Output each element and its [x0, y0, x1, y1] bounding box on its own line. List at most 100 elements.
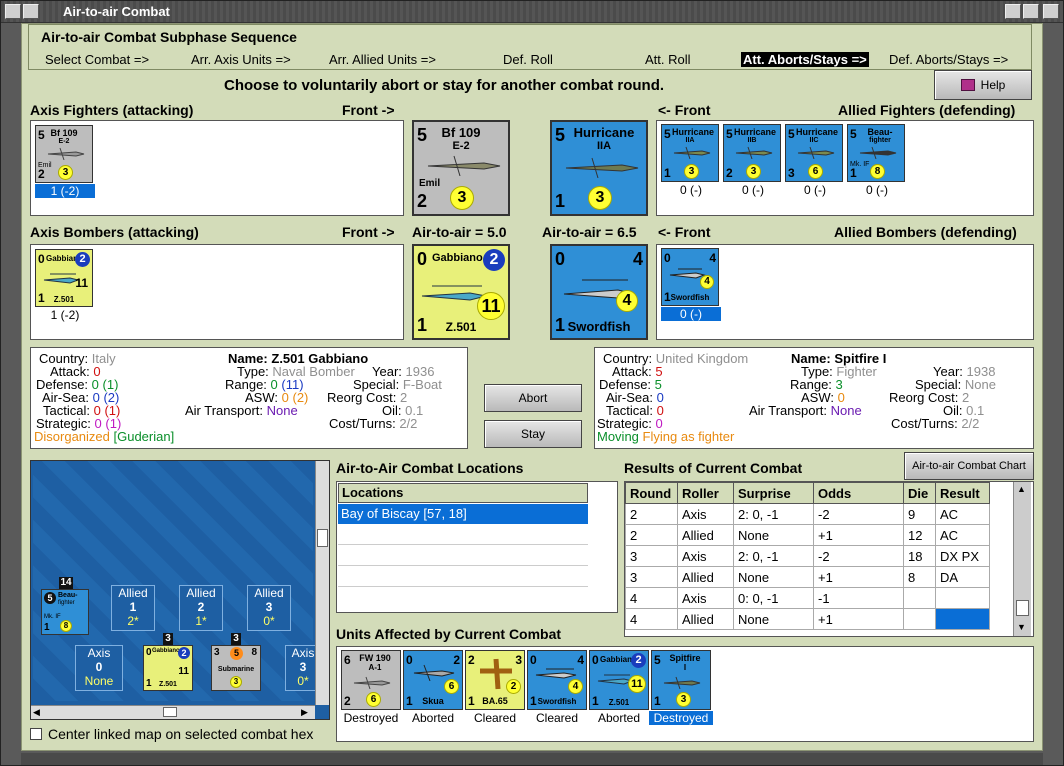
allied-box-1[interactable]: Allied 1 2*	[111, 585, 155, 631]
unit-counter[interactable]: 0 Gabbiano 2 11 1 Z.501	[589, 650, 649, 710]
stack-count: 14	[59, 577, 73, 589]
counter-bottom-left: 1	[850, 166, 857, 180]
maximize-icon[interactable]	[1023, 4, 1039, 19]
unit-counter[interactable]: 0 Gabbiano 2 11 1 Z.501	[35, 249, 93, 307]
scroll-down-icon[interactable]: ▼	[1017, 622, 1026, 632]
window: Air-to-air Combat Air-to-air Combat Subp…	[0, 0, 1064, 766]
unit-counter[interactable]: 5 Hurricane IIA 1 3	[661, 124, 719, 182]
help-label: Help	[980, 78, 1006, 92]
unit-counter[interactable]: 5 Beau- fighter Mk. IF 1 8	[847, 124, 905, 182]
map-hscroll-thumb[interactable]	[163, 707, 177, 717]
unit-counter[interactable]: 5 Hurricane IIB 2 3	[723, 124, 781, 182]
unit-counter[interactable]: 0 4 4 1 Swordfish	[661, 248, 719, 306]
affected-units-panel[interactable]: 6 FW 190 A-1 2 6 Destroyed 0 2 6 1 Skua …	[336, 646, 1034, 742]
axis-unit-info: Country: Italy Attack: 0 Defense: 0 (1) …	[30, 347, 468, 449]
close-icon[interactable]	[1043, 4, 1059, 19]
unit-label: 1 (-2)	[35, 184, 95, 198]
status-secondary: Flying as fighter	[642, 429, 735, 444]
col-roller: Roller	[677, 482, 734, 504]
window-title: Air-to-air Combat	[63, 4, 170, 19]
stack-count: 3	[231, 633, 241, 645]
counter-name: Swordfish	[670, 293, 710, 302]
counter-name: Swordfish	[537, 697, 577, 706]
scroll-up-icon[interactable]: ▲	[1017, 484, 1026, 494]
counter-top-left: 0	[592, 653, 599, 667]
cost-value: 2/2	[961, 416, 980, 431]
location-row-empty	[338, 566, 588, 587]
map-counter-beaufighter[interactable]: 5 Beau- fighter Mk. IF 1 8	[41, 589, 89, 635]
counter-name: Bf 109	[50, 128, 78, 138]
results-table-panel[interactable]: Round Roller Surprise Odds Die Result 2A…	[624, 481, 1034, 637]
active-axis-bomber[interactable]: 0 Gabbiano 2 11 1 Z.501	[412, 244, 510, 340]
stay-button[interactable]: Stay	[484, 420, 582, 448]
counter-top-left: 0	[38, 252, 45, 266]
table-row[interactable]: 3 Allied None +1 8 DA	[625, 566, 990, 588]
results-table: Round Roller Surprise Odds Die Result 2A…	[625, 482, 990, 630]
scroll-left-icon[interactable]: ◀	[33, 707, 40, 718]
unit-counter[interactable]: 2 3 2 1 BA.65	[465, 650, 525, 710]
unit-counter[interactable]: 5 Bf 109 E-2 Emil 2 3	[35, 125, 93, 183]
unit-label: Destroyed	[343, 711, 399, 725]
unit-label: 0 (-)	[804, 183, 826, 197]
results-vscroll-thumb[interactable]	[1016, 600, 1029, 616]
unit-counter[interactable]: 0 2 6 1 Skua	[403, 650, 463, 710]
results-vscrollbar[interactable]: ▲ ▼	[1013, 482, 1031, 636]
scroll-right-icon[interactable]: ▶	[301, 707, 308, 718]
unit-counter[interactable]: 0 4 4 1 Swordfish	[527, 650, 587, 710]
abort-button[interactable]: Abort	[484, 384, 582, 412]
table-row[interactable]: 4 Allied None +1	[625, 608, 990, 630]
allied-fighters-panel[interactable]: 5 Hurricane IIA 1 3 0 (-) 5 Hurricane II…	[656, 120, 1034, 216]
unit-counter[interactable]: 6 FW 190 A-1 2 6	[341, 650, 401, 710]
title-bar[interactable]: Air-to-air Combat	[1, 1, 1063, 23]
counter-bottom-left: 1	[44, 622, 50, 633]
counter-top-right: 4	[577, 653, 584, 667]
allied-bombers-panel[interactable]: 0 4 4 1 Swordfish 0 (-)	[656, 244, 1034, 340]
table-row[interactable]: 4 Axis 0: 0, -1 -1	[625, 587, 990, 609]
counter-mid: 5	[230, 647, 243, 660]
combat-map[interactable]: 14 5 Beau- fighter Mk. IF 1 8 Allied 1 2…	[30, 460, 330, 720]
center-map-checkbox[interactable]	[30, 728, 42, 740]
axis-bombers-panel[interactable]: 0 Gabbiano 2 11 1 Z.501 1 (-2)	[30, 244, 404, 340]
table-row[interactable]: 2 Axis 2: 0, -1 -2 9 AC	[625, 503, 990, 525]
unit-counter[interactable]: 5 Hurricane IIC 3 6	[785, 124, 843, 182]
cell: 9	[903, 503, 936, 525]
step-att-roll: Att. Roll	[645, 52, 691, 67]
cell-selected	[935, 608, 990, 630]
axis-box-0[interactable]: Axis 0 None	[75, 645, 123, 691]
unit-counter[interactable]: 5 Spitfire I 1 3	[651, 650, 711, 710]
counter-top-left: 3	[214, 647, 220, 658]
map-counter-submarine[interactable]: 3 5 8 Submarine 3	[211, 645, 261, 691]
cell: DA	[935, 566, 990, 588]
pin-icon[interactable]	[23, 4, 39, 19]
stack-count: 3	[163, 633, 173, 645]
map-counter-gabbiano[interactable]: 0 Gabbiano 2 11 1 Z.501	[143, 645, 193, 691]
minimize-icon[interactable]	[1005, 4, 1021, 19]
map-vscroll-thumb[interactable]	[317, 529, 328, 547]
cell: 4	[625, 608, 678, 630]
cell: AC	[935, 503, 990, 525]
allied-box-3[interactable]: Allied 3 0*	[247, 585, 291, 631]
counter-bottom-left: 2	[726, 166, 733, 180]
map-vscrollbar[interactable]	[315, 461, 329, 705]
cell: +1	[813, 608, 904, 630]
active-axis-fighter[interactable]: 5 Bf 109 E-2 Emil 2 3	[412, 120, 510, 216]
active-allied-fighter[interactable]: 5 Hurricane IIA 1 3	[550, 120, 648, 216]
map-hscrollbar[interactable]: ◀ ▶	[31, 705, 315, 719]
combat-chart-button[interactable]: Air-to-air Combat Chart	[904, 452, 1034, 480]
counter-circle: 6	[366, 692, 381, 707]
axis-a2a-label: Air-to-air = 5.0	[412, 224, 507, 240]
axis-fighters-panel[interactable]: 5 Bf 109 E-2 Emil 2 3 1 (-2)	[30, 120, 404, 216]
allied-box-2[interactable]: Allied 2 1*	[179, 585, 223, 631]
table-row[interactable]: 2 Allied None +1 12 AC	[625, 524, 990, 546]
table-row[interactable]: 3 Axis 2: 0, -1 -2 18 DX PX	[625, 545, 990, 567]
system-menu-icon[interactable]	[5, 4, 21, 19]
location-row[interactable]: Bay of Biscay [57, 18]	[338, 504, 588, 524]
front-right-label-2: Front ->	[342, 224, 395, 240]
locations-list[interactable]: Locations Bay of Biscay [57, 18]	[336, 481, 618, 613]
counter-sub: Z.501	[53, 295, 75, 304]
transport-label: Air Transport:	[185, 403, 264, 418]
active-allied-bomber[interactable]: 0 4 4 1 Swordfish	[550, 244, 648, 340]
help-button[interactable]: Help	[934, 70, 1032, 100]
cell: 2: 0, -1	[733, 503, 814, 525]
counter-big-value: 11	[178, 666, 189, 677]
